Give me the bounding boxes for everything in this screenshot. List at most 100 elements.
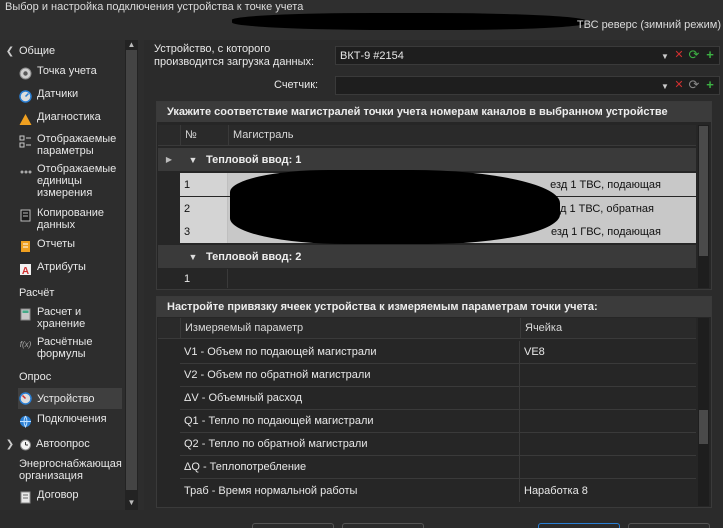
param-row[interactable]: V1 - Объем по подающей магистрали VE8: [180, 341, 696, 364]
collapse-arrow-icon[interactable]: ▼: [180, 252, 206, 262]
checklist-icon: [18, 134, 33, 149]
param-name: Q2 - Тепло по обратной магистрали: [180, 433, 520, 455]
param-row[interactable]: ΔV - Объемный расход: [180, 387, 696, 410]
chevron-down-icon[interactable]: ❮: [3, 46, 17, 57]
cells-grid-header: Измеряемый параметр Ячейка: [158, 318, 696, 339]
copy-icon: [18, 208, 33, 223]
channel-row[interactable]: 1: [180, 269, 696, 288]
param-name: ΔV - Объемный расход: [180, 387, 520, 409]
sidebar-item-metering-point[interactable]: Точка учета: [18, 65, 123, 81]
sidebar-group-calculation[interactable]: Расчёт: [3, 284, 54, 302]
header-spacer: [158, 318, 180, 338]
sensor-icon: [18, 89, 33, 104]
param-name: ΔQ - Теплопотребление: [180, 456, 520, 478]
param-row[interactable]: Q1 - Тепло по подающей магистрали: [180, 410, 696, 433]
point-icon: [18, 66, 33, 81]
report-icon: [18, 239, 33, 254]
sidebar-item-contract[interactable]: Договор: [18, 489, 123, 505]
sidebar-group-energy-org[interactable]: Энергоснабжающая организация: [19, 458, 122, 482]
redacted-region: [232, 13, 586, 30]
channel-no[interactable]: 3: [180, 220, 228, 243]
sidebar-item-attributes[interactable]: A Атрибуты: [18, 261, 123, 277]
meter-dropdown-arrow-icon[interactable]: ▼: [659, 80, 671, 93]
sidebar-item-copy-data[interactable]: Копирование данных: [18, 207, 123, 231]
footer-button[interactable]: [252, 523, 334, 528]
window-title-right: ТВС реверс (зимний режим): [576, 19, 721, 31]
col-param-header[interactable]: Измеряемый параметр: [180, 318, 520, 338]
param-name: Q1 - Тепло по подающей магистрали: [180, 410, 520, 432]
col-main-header[interactable]: Магистраль: [228, 125, 696, 145]
sidebar-group-general[interactable]: ❮ Общие: [3, 42, 55, 60]
cells-scrollbar-thumb[interactable]: [699, 410, 708, 444]
connection-icon: [18, 414, 33, 429]
group-row-heat-input-2[interactable]: ▼ Тепловой ввод: 2: [158, 245, 696, 268]
add-icon[interactable]: +: [704, 48, 716, 61]
cell-value[interactable]: Наработка 8: [520, 479, 696, 502]
cell-value[interactable]: [520, 410, 696, 432]
redacted-region: [230, 170, 560, 244]
footer-button[interactable]: [342, 523, 424, 528]
group-row-heat-input-1[interactable]: ▶ ▼ Тепловой ввод: 1: [158, 148, 696, 171]
cell-value[interactable]: [520, 433, 696, 455]
contract-icon: [18, 490, 33, 505]
svg-text:A: A: [22, 266, 29, 276]
meter-clear-icon[interactable]: ✕: [673, 79, 685, 92]
sidebar-group-autopoll[interactable]: ❯ Автоопрос: [3, 435, 90, 453]
attribute-icon: A: [18, 262, 33, 277]
clear-icon[interactable]: ✕: [673, 49, 685, 62]
sidebar-group-polling[interactable]: Опрос: [3, 368, 51, 386]
sidebar-item-diagnostics[interactable]: Диагностика: [18, 111, 123, 127]
channel-no[interactable]: 1: [180, 173, 228, 196]
scroll-down-icon[interactable]: ▼: [126, 498, 137, 508]
channels-panel-title: Укажите соответствие магистралей точки у…: [157, 102, 711, 122]
cell-value[interactable]: [520, 387, 696, 409]
channel-no[interactable]: 2: [180, 197, 228, 220]
sidebar-item-formulas[interactable]: f(x) Расчётные формулы: [18, 336, 123, 360]
ok-button[interactable]: [538, 523, 620, 528]
sidebar-item-calc-storage[interactable]: Расчет и хранение: [18, 306, 123, 330]
meter-add-icon[interactable]: +: [704, 78, 716, 91]
param-row[interactable]: Траб - Время нормальной работы Наработка…: [180, 479, 696, 502]
cell-value[interactable]: [520, 456, 696, 478]
expand-arrow-icon[interactable]: ▶: [158, 155, 180, 164]
channels-scrollbar-thumb[interactable]: [699, 126, 708, 256]
formula-icon: f(x): [19, 340, 32, 349]
header-spacer: [158, 125, 180, 145]
param-name: V2 - Объем по обратной магистрали: [180, 364, 520, 386]
sidebar-item-sensors[interactable]: Датчики: [18, 88, 123, 104]
cancel-button[interactable]: [628, 523, 710, 528]
refresh-icon[interactable]: ⟳: [688, 48, 700, 61]
calculator-icon: [18, 307, 33, 322]
device-label: Устройство, с которого производится загр…: [154, 43, 315, 68]
dropdown-arrow-icon[interactable]: ▼: [659, 50, 671, 63]
group-label: Тепловой ввод: 1: [206, 153, 302, 166]
col-no-header[interactable]: №: [180, 125, 228, 145]
collapse-arrow-icon[interactable]: ▼: [180, 155, 206, 165]
alarm-clock-icon: [19, 438, 32, 451]
sidebar-item-displayed-units[interactable]: Отображаемые единицы измерения: [18, 163, 123, 199]
units-icon: [18, 164, 33, 179]
sidebar-item-device[interactable]: Устройство: [18, 388, 122, 409]
channels-grid-header: № Магистраль: [158, 125, 696, 146]
sidebar-item-connections[interactable]: Подключения: [18, 413, 123, 429]
sidebar-item-displayed-params[interactable]: Отображаемые параметры: [18, 133, 123, 157]
warning-icon: [18, 112, 33, 127]
param-row[interactable]: V2 - Объем по обратной магистрали: [180, 364, 696, 387]
scroll-up-icon[interactable]: ▲: [126, 40, 137, 50]
chevron-right-icon[interactable]: ❯: [3, 439, 17, 450]
param-name: Траб - Время нормальной работы: [180, 479, 520, 502]
device-select-value: ВКТ-9 #2154: [340, 49, 404, 62]
param-row[interactable]: Q2 - Тепло по обратной магистрали: [180, 433, 696, 456]
meter-refresh-icon[interactable]: ⟳: [688, 78, 700, 91]
cell-value[interactable]: [520, 364, 696, 386]
sidebar-scrollbar-thumb[interactable]: [126, 50, 137, 490]
meter-label: Счетчик:: [274, 79, 319, 91]
sidebar-item-reports[interactable]: Отчеты: [18, 238, 123, 254]
device-icon: [18, 391, 33, 406]
param-row[interactable]: ΔQ - Теплопотребление: [180, 456, 696, 479]
col-cell-header[interactable]: Ячейка: [520, 318, 696, 338]
channel-no[interactable]: 1: [180, 269, 228, 288]
group-label: Тепловой ввод: 2: [206, 250, 302, 263]
cells-panel-title: Настройте привязку ячеек устройства к из…: [157, 297, 711, 317]
cell-value[interactable]: VE8: [520, 341, 696, 363]
